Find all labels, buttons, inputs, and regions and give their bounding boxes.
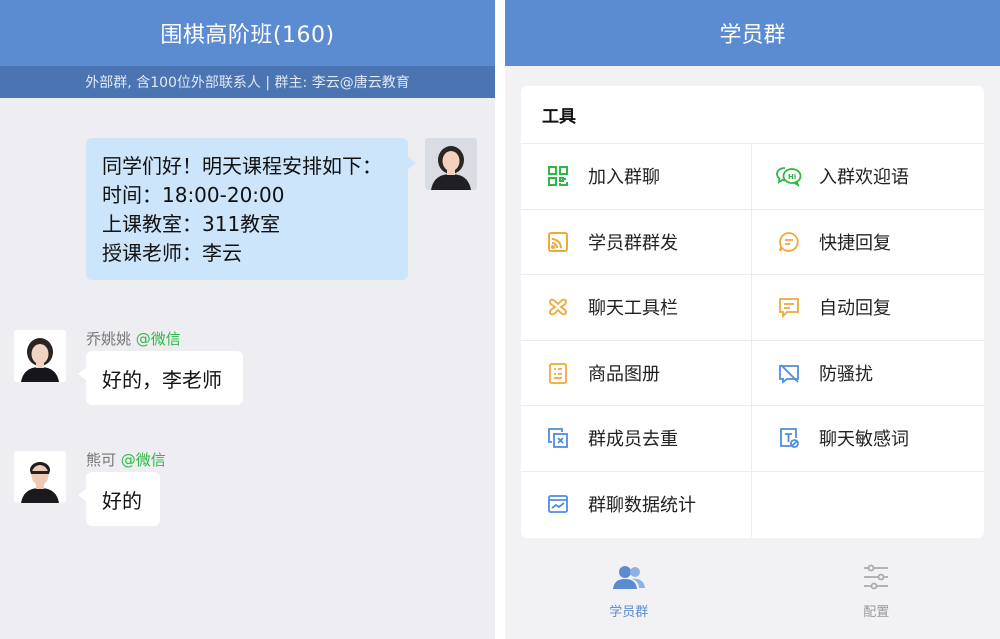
group-tools-panel: 学员群 工具 加入群聊 Hi 入群欢迎语 学员群群发 快捷回复 聊天工具栏 自动… — [505, 0, 1000, 639]
wechat-tag: @微信 — [135, 330, 181, 348]
message-line: 授课老师：李云 — [102, 241, 242, 265]
chat-subtitle: 外部群, 含100位外部联系人 | 群主: 李云@唐云教育 — [0, 66, 495, 98]
message-bubble-teacher[interactable]: 同学们好！明天课程安排如下： 时间：18:00-20:00 上课教室：311教室… — [86, 138, 416, 280]
section-title: 工具 — [521, 86, 984, 144]
bottom-tab-bar: 学员群 配置 — [505, 545, 1000, 639]
group-icon — [611, 561, 647, 593]
broadcast-icon — [545, 229, 571, 255]
tool-group-broadcast[interactable]: 学员群群发 — [521, 209, 752, 275]
message-line: 上课教室：311教室 — [102, 212, 281, 236]
tool-empty-cell — [752, 472, 984, 538]
tool-label: 群成员去重 — [588, 429, 678, 451]
tool-sensitive-words[interactable]: 聊天敏感词 — [752, 406, 984, 472]
tool-label: 学员群群发 — [588, 232, 678, 254]
tool-welcome-message[interactable]: Hi 入群欢迎语 — [752, 144, 984, 210]
wechat-tag: @微信 — [120, 451, 166, 469]
message-text: 好的，李老师 — [102, 367, 222, 392]
toolbar-icon — [545, 294, 571, 320]
tool-label: 聊天敏感词 — [819, 429, 909, 451]
message-text: 好的 — [102, 488, 142, 513]
tool-label: 商品图册 — [588, 363, 660, 385]
sender-label: 熊可 — [86, 451, 117, 469]
anti-harass-icon — [776, 360, 802, 386]
sender-name: 熊可 @微信 — [86, 449, 166, 470]
catalog-icon — [545, 360, 571, 386]
message-bubble-student-2[interactable]: 好的 — [78, 472, 160, 526]
sender-name: 乔姚姚 @微信 — [86, 328, 181, 349]
svg-text:Hi: Hi — [788, 173, 796, 181]
tool-join-group[interactable]: 加入群聊 — [521, 144, 752, 210]
quick-reply-icon — [776, 229, 802, 255]
tool-auto-reply[interactable]: 自动回复 — [752, 275, 984, 341]
tool-label: 入群欢迎语 — [819, 167, 909, 189]
tool-anti-harassment[interactable]: 防骚扰 — [752, 341, 984, 406]
stats-icon — [545, 491, 571, 517]
avatar-student-2[interactable] — [14, 451, 66, 503]
tab-student-group[interactable]: 学员群 — [505, 545, 753, 639]
tool-label: 聊天工具栏 — [588, 298, 678, 320]
tool-label: 加入群聊 — [588, 167, 660, 189]
chat-title: 围棋高阶班(160) — [0, 0, 495, 66]
message-line: 时间：18:00-20:00 — [102, 183, 285, 207]
tool-label: 防骚扰 — [819, 363, 873, 385]
tool-product-catalog[interactable]: 商品图册 — [521, 340, 752, 406]
tab-label: 配置 — [863, 605, 890, 620]
tool-quick-reply[interactable]: 快捷回复 — [752, 210, 984, 275]
tool-label: 群聊数据统计 — [588, 495, 696, 517]
tools-card: 工具 加入群聊 Hi 入群欢迎语 学员群群发 快捷回复 聊天工具栏 自动回复 商… — [521, 86, 984, 538]
chat-panel: 围棋高阶班(160) 外部群, 含100位外部联系人 | 群主: 李云@唐云教育… — [0, 0, 495, 639]
tools-grid: 加入群聊 Hi 入群欢迎语 学员群群发 快捷回复 聊天工具栏 自动回复 商品图册… — [521, 144, 984, 537]
tab-settings[interactable]: 配置 — [753, 545, 1000, 639]
avatar-student-1[interactable] — [14, 330, 66, 382]
message-bubble-student-1[interactable]: 好的，李老师 — [78, 351, 243, 405]
auto-reply-icon — [776, 294, 802, 320]
tool-label: 自动回复 — [819, 298, 891, 320]
tab-label: 学员群 — [609, 605, 649, 620]
dedupe-icon — [545, 425, 571, 451]
sender-label: 乔姚姚 — [86, 330, 132, 348]
message-line: 同学们好！明天课程安排如下： — [102, 154, 382, 178]
panel-title: 学员群 — [505, 0, 1000, 66]
welcome-chat-icon: Hi — [776, 163, 802, 189]
sensitive-word-icon — [776, 425, 802, 451]
avatar-teacher[interactable] — [425, 138, 477, 190]
tool-chat-toolbar[interactable]: 聊天工具栏 — [521, 275, 752, 341]
qrcode-icon — [545, 163, 571, 189]
tool-member-dedupe[interactable]: 群成员去重 — [521, 406, 752, 472]
tool-group-stats[interactable]: 群聊数据统计 — [521, 471, 752, 537]
settings-sliders-icon — [858, 561, 894, 593]
tool-label: 快捷回复 — [819, 232, 891, 254]
